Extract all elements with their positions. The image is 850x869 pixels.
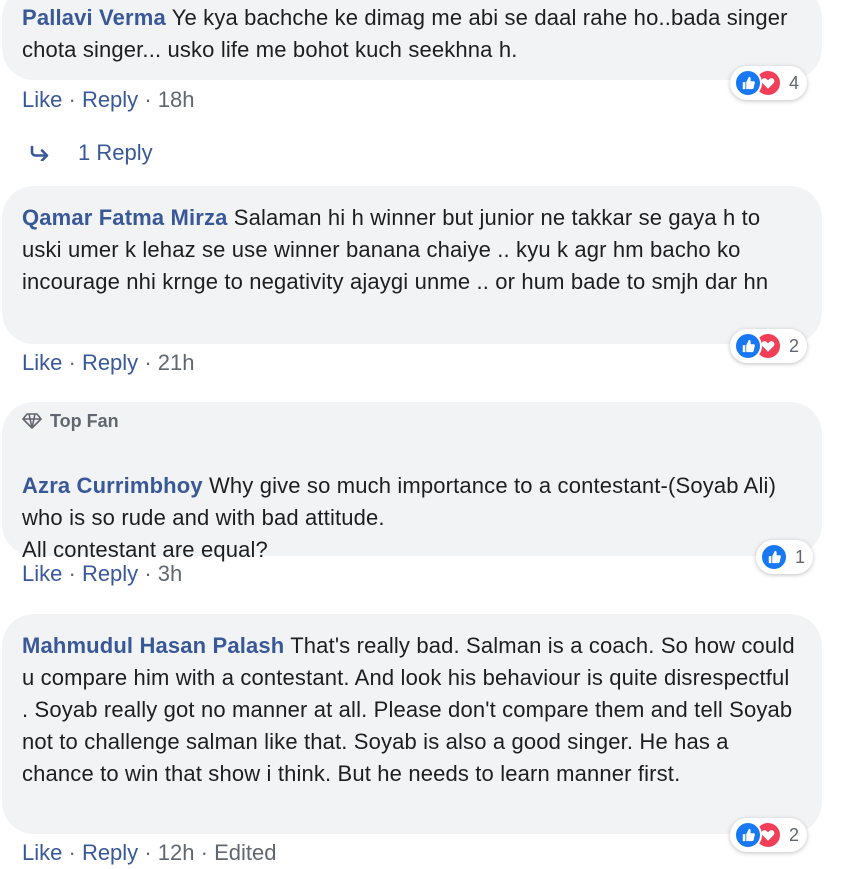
separator: · (144, 561, 152, 586)
like-icon (734, 69, 762, 97)
like-link[interactable]: Like (22, 350, 62, 375)
diamond-icon (22, 413, 42, 429)
reaction-count: 2 (789, 335, 800, 356)
separator: · (68, 87, 76, 112)
separator: · (144, 840, 152, 865)
comment-actions: Like · Reply · 12h · Edited (22, 840, 276, 866)
comment-bubble: Top Fan Azra Currimbhoy Why give so much… (2, 402, 822, 562)
reply-link[interactable]: Reply (82, 350, 138, 375)
comment-author[interactable]: Mahmudul Hasan Palash (22, 633, 284, 658)
reactions-summary[interactable]: 1 (756, 540, 814, 574)
comment-actions: Like · Reply · 18h (22, 87, 194, 113)
reaction-count: 1 (795, 546, 806, 567)
separator: · (68, 561, 76, 586)
top-fan-badge: Top Fan (22, 406, 800, 436)
reaction-count: 4 (789, 72, 800, 93)
reactions-summary[interactable]: 4 (730, 66, 808, 100)
reply-link[interactable]: Reply (82, 87, 138, 112)
reply-arrow-icon (30, 145, 52, 161)
comment-bubble: Qamar Fatma Mirza Salaman hi h winner bu… (2, 186, 822, 344)
comment-bubble: Mahmudul Hasan Palash That's really bad.… (2, 614, 822, 834)
comment-actions: Like · Reply · 3h (22, 561, 182, 587)
separator: · (68, 840, 76, 865)
like-link[interactable]: Like (22, 561, 62, 586)
reactions-summary[interactable]: 2 (730, 818, 808, 852)
comment-text-container: Mahmudul Hasan Palash That's really bad.… (22, 630, 800, 790)
separator: · (144, 87, 152, 112)
comment-author[interactable]: Pallavi Verma (22, 5, 166, 30)
comment-timestamp[interactable]: 18h (158, 87, 195, 112)
reply-link[interactable]: Reply (82, 561, 138, 586)
view-replies-link[interactable]: 1 Reply (30, 140, 153, 166)
comment-text-container: Azra Currimbhoy Why give so much importa… (22, 438, 800, 566)
reaction-count: 2 (789, 824, 800, 845)
comment-actions: Like · Reply · 21h (22, 350, 194, 376)
top-fan-label: Top Fan (50, 410, 119, 431)
separator: · (200, 840, 208, 865)
edited-label[interactable]: Edited (214, 840, 276, 865)
like-link[interactable]: Like (22, 840, 62, 865)
separator: · (68, 350, 76, 375)
comment-text-container: Pallavi Verma Ye kya bachche ke dimag me… (22, 2, 800, 66)
reply-link[interactable]: Reply (82, 840, 138, 865)
comment-timestamp[interactable]: 3h (158, 561, 182, 586)
comment-timestamp[interactable]: 21h (158, 350, 195, 375)
comment-timestamp[interactable]: 12h (158, 840, 195, 865)
reactions-summary[interactable]: 2 (730, 329, 808, 363)
replies-count[interactable]: 1 Reply (78, 140, 153, 166)
like-icon (734, 332, 762, 360)
comment-author[interactable]: Azra Currimbhoy (22, 473, 203, 498)
like-icon (760, 543, 788, 571)
comment-text-container: Qamar Fatma Mirza Salaman hi h winner bu… (22, 202, 800, 298)
separator: · (144, 350, 152, 375)
like-link[interactable]: Like (22, 87, 62, 112)
comment-author[interactable]: Qamar Fatma Mirza (22, 205, 228, 230)
comment-bubble: Pallavi Verma Ye kya bachche ke dimag me… (2, 0, 822, 80)
like-icon (734, 821, 762, 849)
